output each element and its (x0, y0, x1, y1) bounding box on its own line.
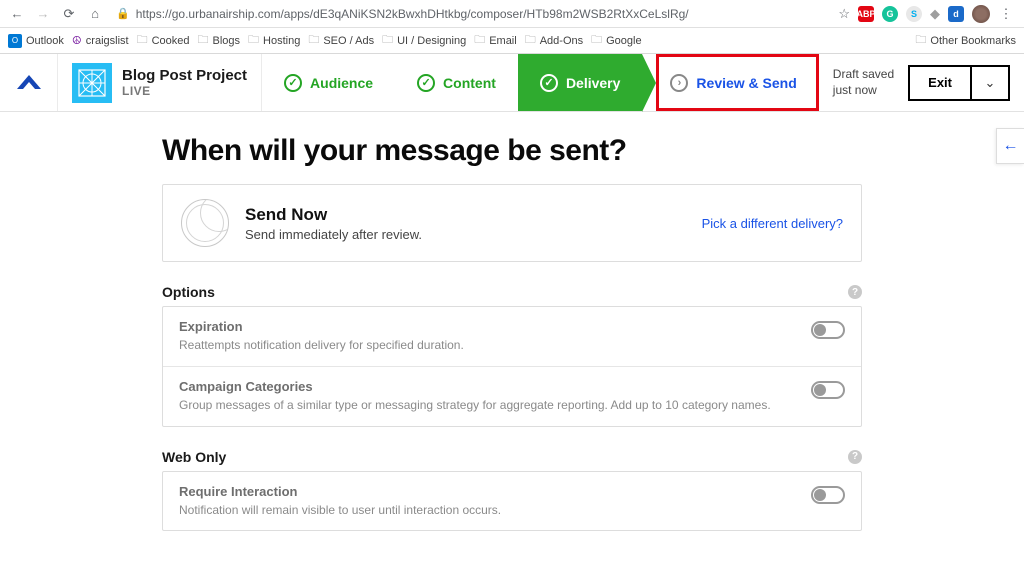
app-logo[interactable] (0, 54, 58, 111)
bookmark-ui[interactable]: 🗀UI / Designing (382, 31, 466, 50)
browser-toolbar: ← → ⟳ ⌂ 🔒 https://go.urbanairship.com/ap… (0, 0, 1024, 28)
extension-icons: ☆ ABP G S ◆ d ⋮ (838, 5, 1018, 23)
pick-delivery-link[interactable]: Pick a different delivery? (702, 216, 843, 231)
bookmark-other[interactable]: 🗀Other Bookmarks (915, 31, 1016, 50)
bookmark-blogs[interactable]: 🗀Blogs (198, 31, 241, 50)
bookmark-seo[interactable]: 🗀SEO / Ads (308, 31, 374, 50)
folder-icon: 🗀 (137, 31, 148, 50)
app-header: Blog Post Project LIVE ✓ Audience ✓ Cont… (0, 54, 1024, 112)
folder-icon: 🗀 (474, 31, 485, 50)
require-interaction-toggle[interactable] (811, 486, 845, 504)
back-button[interactable]: ← (6, 3, 28, 25)
options-section-title: Options (162, 284, 848, 300)
draft-status: Draft saved just now (833, 67, 894, 98)
url-text: https://go.urbanairship.com/apps/dE3qANi… (136, 7, 829, 21)
project-title: Blog Post Project (122, 67, 247, 84)
option-require-interaction: Require Interaction Notification will re… (163, 472, 861, 531)
wizard-steps: ✓ Audience ✓ Content ✓ Delivery › Review… (262, 54, 819, 111)
step-review-send[interactable]: › Review & Send (656, 54, 818, 111)
bookmarks-bar: OOutlook ☮craigslist 🗀Cooked 🗀Blogs 🗀Hos… (0, 28, 1024, 54)
option-title: Campaign Categories (179, 379, 799, 394)
check-icon: ✓ (417, 74, 435, 92)
check-icon: ✓ (540, 74, 558, 92)
lock-icon: 🔒 (116, 7, 130, 20)
abp-ext-icon[interactable]: ABP (858, 6, 874, 22)
project-icon (72, 63, 112, 103)
expiration-toggle[interactable] (811, 321, 845, 339)
exit-dropdown[interactable]: ⌄ (970, 67, 1008, 99)
web-only-group: Require Interaction Notification will re… (162, 471, 862, 532)
web-only-section-title: Web Only (162, 449, 848, 465)
send-now-title: Send Now (245, 205, 686, 225)
folder-icon: 🗀 (525, 31, 536, 50)
bookmark-google[interactable]: 🗀Google (591, 31, 641, 50)
option-expiration: Expiration Reattempts notification deliv… (163, 307, 861, 366)
bookmark-hosting[interactable]: 🗀Hosting (248, 31, 300, 50)
help-icon[interactable]: ? (848, 285, 862, 299)
ext-icon[interactable]: ◆ (930, 6, 940, 22)
forward-button[interactable]: → (32, 3, 54, 25)
folder-icon: 🗀 (915, 31, 926, 50)
airship-logo-icon (15, 73, 43, 93)
option-desc: Reattempts notification delivery for spe… (179, 337, 799, 354)
bookmark-email[interactable]: 🗀Email (474, 31, 517, 50)
folder-icon: 🗀 (198, 31, 209, 50)
page-heading: When will your message be sent? (162, 134, 862, 168)
check-icon: ✓ (284, 74, 302, 92)
bookmark-cooked[interactable]: 🗀Cooked (137, 31, 190, 50)
exit-button[interactable]: Exit (910, 67, 970, 99)
profile-avatar[interactable] (972, 5, 990, 23)
send-now-subtitle: Send immediately after review. (245, 227, 686, 242)
folder-icon: 🗀 (591, 31, 602, 50)
step-content[interactable]: ✓ Content (395, 54, 518, 111)
chevron-right-icon: › (670, 74, 688, 92)
option-title: Expiration (179, 319, 799, 334)
options-group: Expiration Reattempts notification deliv… (162, 306, 862, 427)
bookmark-craigslist[interactable]: ☮craigslist (72, 34, 129, 47)
folder-icon: 🗀 (248, 31, 259, 50)
send-now-card: Send Now Send immediately after review. … (162, 184, 862, 262)
project-status: LIVE (122, 84, 247, 98)
reload-button[interactable]: ⟳ (58, 3, 80, 25)
bookmark-addons[interactable]: 🗀Add-Ons (525, 31, 583, 50)
project-selector[interactable]: Blog Post Project LIVE (58, 54, 262, 111)
step-audience[interactable]: ✓ Audience (262, 54, 395, 111)
option-desc: Group messages of a similar type or mess… (179, 397, 799, 414)
browser-menu-icon[interactable]: ⋮ (998, 6, 1014, 22)
folder-icon: 🗀 (382, 31, 393, 50)
skype-ext-icon[interactable]: S (906, 6, 922, 22)
home-button[interactable]: ⌂ (84, 3, 106, 25)
address-bar[interactable]: 🔒 https://go.urbanairship.com/apps/dE3qA… (116, 7, 828, 21)
grammarly-ext-icon[interactable]: G (882, 6, 898, 22)
exit-button-group: Exit ⌄ (908, 65, 1010, 101)
option-campaign-categories: Campaign Categories Group messages of a … (163, 366, 861, 426)
panel-collapse-button[interactable]: ← (996, 128, 1024, 164)
globe-icon (181, 199, 229, 247)
star-icon[interactable]: ☆ (838, 6, 850, 22)
option-desc: Notification will remain visible to user… (179, 502, 799, 519)
option-title: Require Interaction (179, 484, 799, 499)
main-content: When will your message be sent? Send Now… (0, 112, 1024, 531)
step-delivery[interactable]: ✓ Delivery (518, 54, 642, 111)
folder-icon: 🗀 (308, 31, 319, 50)
chevron-down-icon: ⌄ (985, 75, 996, 91)
bookmark-outlook[interactable]: OOutlook (8, 34, 64, 48)
campaign-toggle[interactable] (811, 381, 845, 399)
help-icon[interactable]: ? (848, 450, 862, 464)
delicious-ext-icon[interactable]: d (948, 6, 964, 22)
